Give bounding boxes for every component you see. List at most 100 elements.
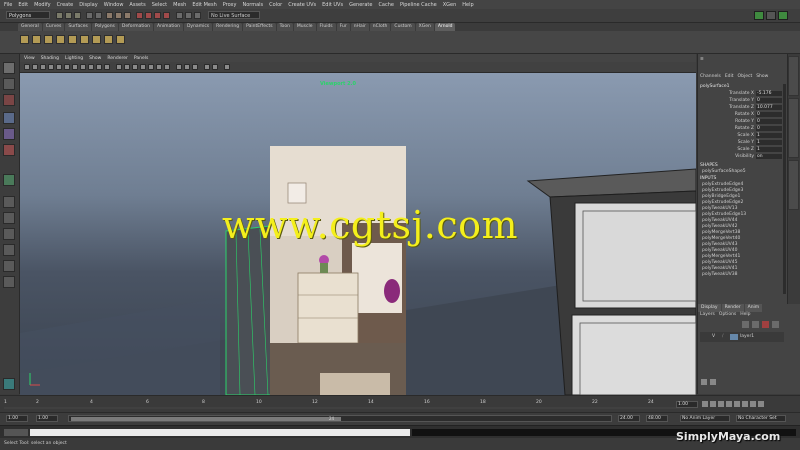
field-chart-icon[interactable] — [88, 64, 94, 70]
layout-icon[interactable] — [3, 260, 15, 272]
shadows-icon[interactable] — [156, 64, 162, 70]
anim-layer-dropdown[interactable]: No Anim Layer — [680, 415, 730, 422]
four-view-icon[interactable] — [3, 212, 15, 224]
shelf-tab-ncloth[interactable]: nCloth — [369, 23, 391, 31]
layer-menu-help[interactable]: Help — [740, 312, 750, 319]
last-tool-icon[interactable] — [3, 174, 15, 186]
menu-edit-mesh[interactable]: Edit Mesh — [192, 2, 216, 8]
panel-menu-show[interactable]: Show — [89, 56, 101, 61]
play-backwards-icon[interactable] — [726, 401, 732, 407]
channel-row[interactable]: Scale Z1 — [698, 147, 784, 153]
shelf-tool-icon[interactable] — [80, 35, 89, 44]
layer-name[interactable]: layer1 — [740, 332, 754, 342]
paint-select-icon[interactable] — [3, 94, 15, 106]
side-tab-channel-box[interactable] — [788, 98, 799, 158]
panel-menu-lighting[interactable]: Lighting — [65, 56, 83, 61]
channel-value[interactable]: 10.077 — [756, 105, 782, 110]
bookmark-icon[interactable] — [40, 64, 46, 70]
select-hierarchy-icon[interactable] — [106, 12, 113, 19]
single-view-icon[interactable] — [3, 196, 15, 208]
snap-grid-icon[interactable] — [136, 12, 143, 19]
input-node[interactable]: polyTweakUV38 — [698, 272, 782, 278]
snap-point-icon[interactable] — [154, 12, 161, 19]
menu-display[interactable]: Display — [79, 2, 97, 8]
channel-object-name[interactable]: polySurface1 — [698, 84, 784, 90]
shelf-tab-general[interactable]: General — [18, 23, 42, 31]
panel-menu-view[interactable]: View — [24, 56, 35, 61]
menu-edit-uvs[interactable]: Edit UVs — [322, 2, 343, 8]
menu-set-dropdown[interactable]: Polygons — [6, 11, 50, 19]
channel-value[interactable]: -5.176 — [756, 91, 782, 96]
image-plane-icon[interactable] — [48, 64, 54, 70]
lights-icon[interactable] — [148, 64, 154, 70]
menu-modify[interactable]: Modify — [34, 2, 51, 8]
shelf-tab-arnold[interactable]: Arnold — [434, 23, 456, 31]
layer-color-swatch[interactable] — [730, 334, 738, 340]
smooth-shade-icon[interactable] — [124, 64, 130, 70]
new-layer-icon[interactable] — [742, 321, 749, 328]
safe-action-icon[interactable] — [96, 64, 102, 70]
range-handle[interactable] — [71, 417, 341, 421]
play-forwards-icon[interactable] — [734, 401, 740, 407]
channel-row[interactable]: Translate Z 10.077 — [698, 105, 784, 111]
select-tool-icon[interactable] — [3, 62, 15, 74]
menu-file[interactable]: File — [4, 2, 12, 8]
channel-row[interactable]: Translate X -5.176 — [698, 91, 784, 97]
move-tool-icon[interactable] — [3, 112, 15, 124]
lasso-tool-icon[interactable] — [3, 78, 15, 90]
show-attribute-editor-icon[interactable] — [766, 11, 776, 20]
move-layer-up-icon[interactable] — [752, 321, 759, 328]
redo-icon[interactable] — [95, 12, 102, 19]
channel-value[interactable]: 0 — [756, 126, 782, 131]
menu-xgen[interactable]: XGen — [443, 2, 457, 8]
step-back-key-icon[interactable] — [710, 401, 716, 407]
save-scene-icon[interactable] — [74, 12, 81, 19]
show-channel-box-icon[interactable] — [778, 11, 788, 20]
layer-menu-options[interactable]: Options — [719, 312, 736, 319]
color-management-icon[interactable] — [224, 64, 230, 70]
menu-cache[interactable]: Cache — [378, 2, 394, 8]
step-forward-frame-icon[interactable] — [742, 401, 748, 407]
layer-edit-icon[interactable]: / — [722, 332, 724, 342]
shelf-tab-custom[interactable]: Custom — [391, 23, 415, 31]
mel-toggle[interactable] — [4, 429, 28, 436]
channel-row[interactable]: Translate Y0 — [698, 98, 784, 104]
go-to-end-icon[interactable] — [758, 401, 764, 407]
layer-visibility-toggle[interactable]: V — [712, 332, 715, 342]
shelf-tab-curves[interactable]: Curves — [42, 23, 65, 31]
show-modeling-toolkit-icon[interactable] — [754, 11, 764, 20]
command-input[interactable] — [30, 429, 410, 436]
exposure-icon[interactable] — [204, 64, 210, 70]
menu-color[interactable]: Color — [269, 2, 282, 8]
channel-value[interactable]: 0 — [756, 119, 782, 124]
new-scene-icon[interactable] — [56, 12, 63, 19]
shelf-tab-painteffects[interactable]: PaintEffects — [243, 23, 276, 31]
channel-value[interactable]: 1 — [756, 140, 782, 145]
shelf-tool-icon[interactable] — [104, 35, 113, 44]
channel-value[interactable]: on — [756, 154, 782, 159]
snap-curve-icon[interactable] — [145, 12, 152, 19]
menu-create[interactable]: Create — [57, 2, 74, 8]
character-set-dropdown[interactable]: No Character Set — [736, 415, 786, 422]
film-gate-icon[interactable] — [64, 64, 70, 70]
shelf-tool-icon[interactable] — [116, 35, 125, 44]
side-tab-attribute-editor[interactable] — [788, 56, 799, 96]
select-component-icon[interactable] — [124, 12, 131, 19]
panel-menu-shading[interactable]: Shading — [41, 56, 59, 61]
menu-select[interactable]: Select — [152, 2, 167, 8]
live-surface-field[interactable]: No Live Surface — [208, 11, 260, 19]
persp-graph-icon[interactable] — [3, 244, 15, 256]
channel-row[interactable]: Scale X1 — [698, 133, 784, 139]
menu-help[interactable]: Help — [462, 2, 473, 8]
wireframe-on-shaded-icon[interactable] — [132, 64, 138, 70]
ipr-render-icon[interactable] — [185, 12, 192, 19]
render-frame-icon[interactable] — [176, 12, 183, 19]
select-object-icon[interactable] — [115, 12, 122, 19]
xray-joints-icon[interactable] — [192, 64, 198, 70]
textured-icon[interactable] — [140, 64, 146, 70]
empty-layer-icon[interactable] — [772, 321, 779, 328]
channel-value[interactable]: 1 — [756, 133, 782, 138]
rotate-tool-icon[interactable] — [3, 128, 15, 140]
channel-box-scrollbar[interactable] — [783, 84, 786, 294]
shelf-tab-deformation[interactable]: Deformation — [118, 23, 153, 31]
